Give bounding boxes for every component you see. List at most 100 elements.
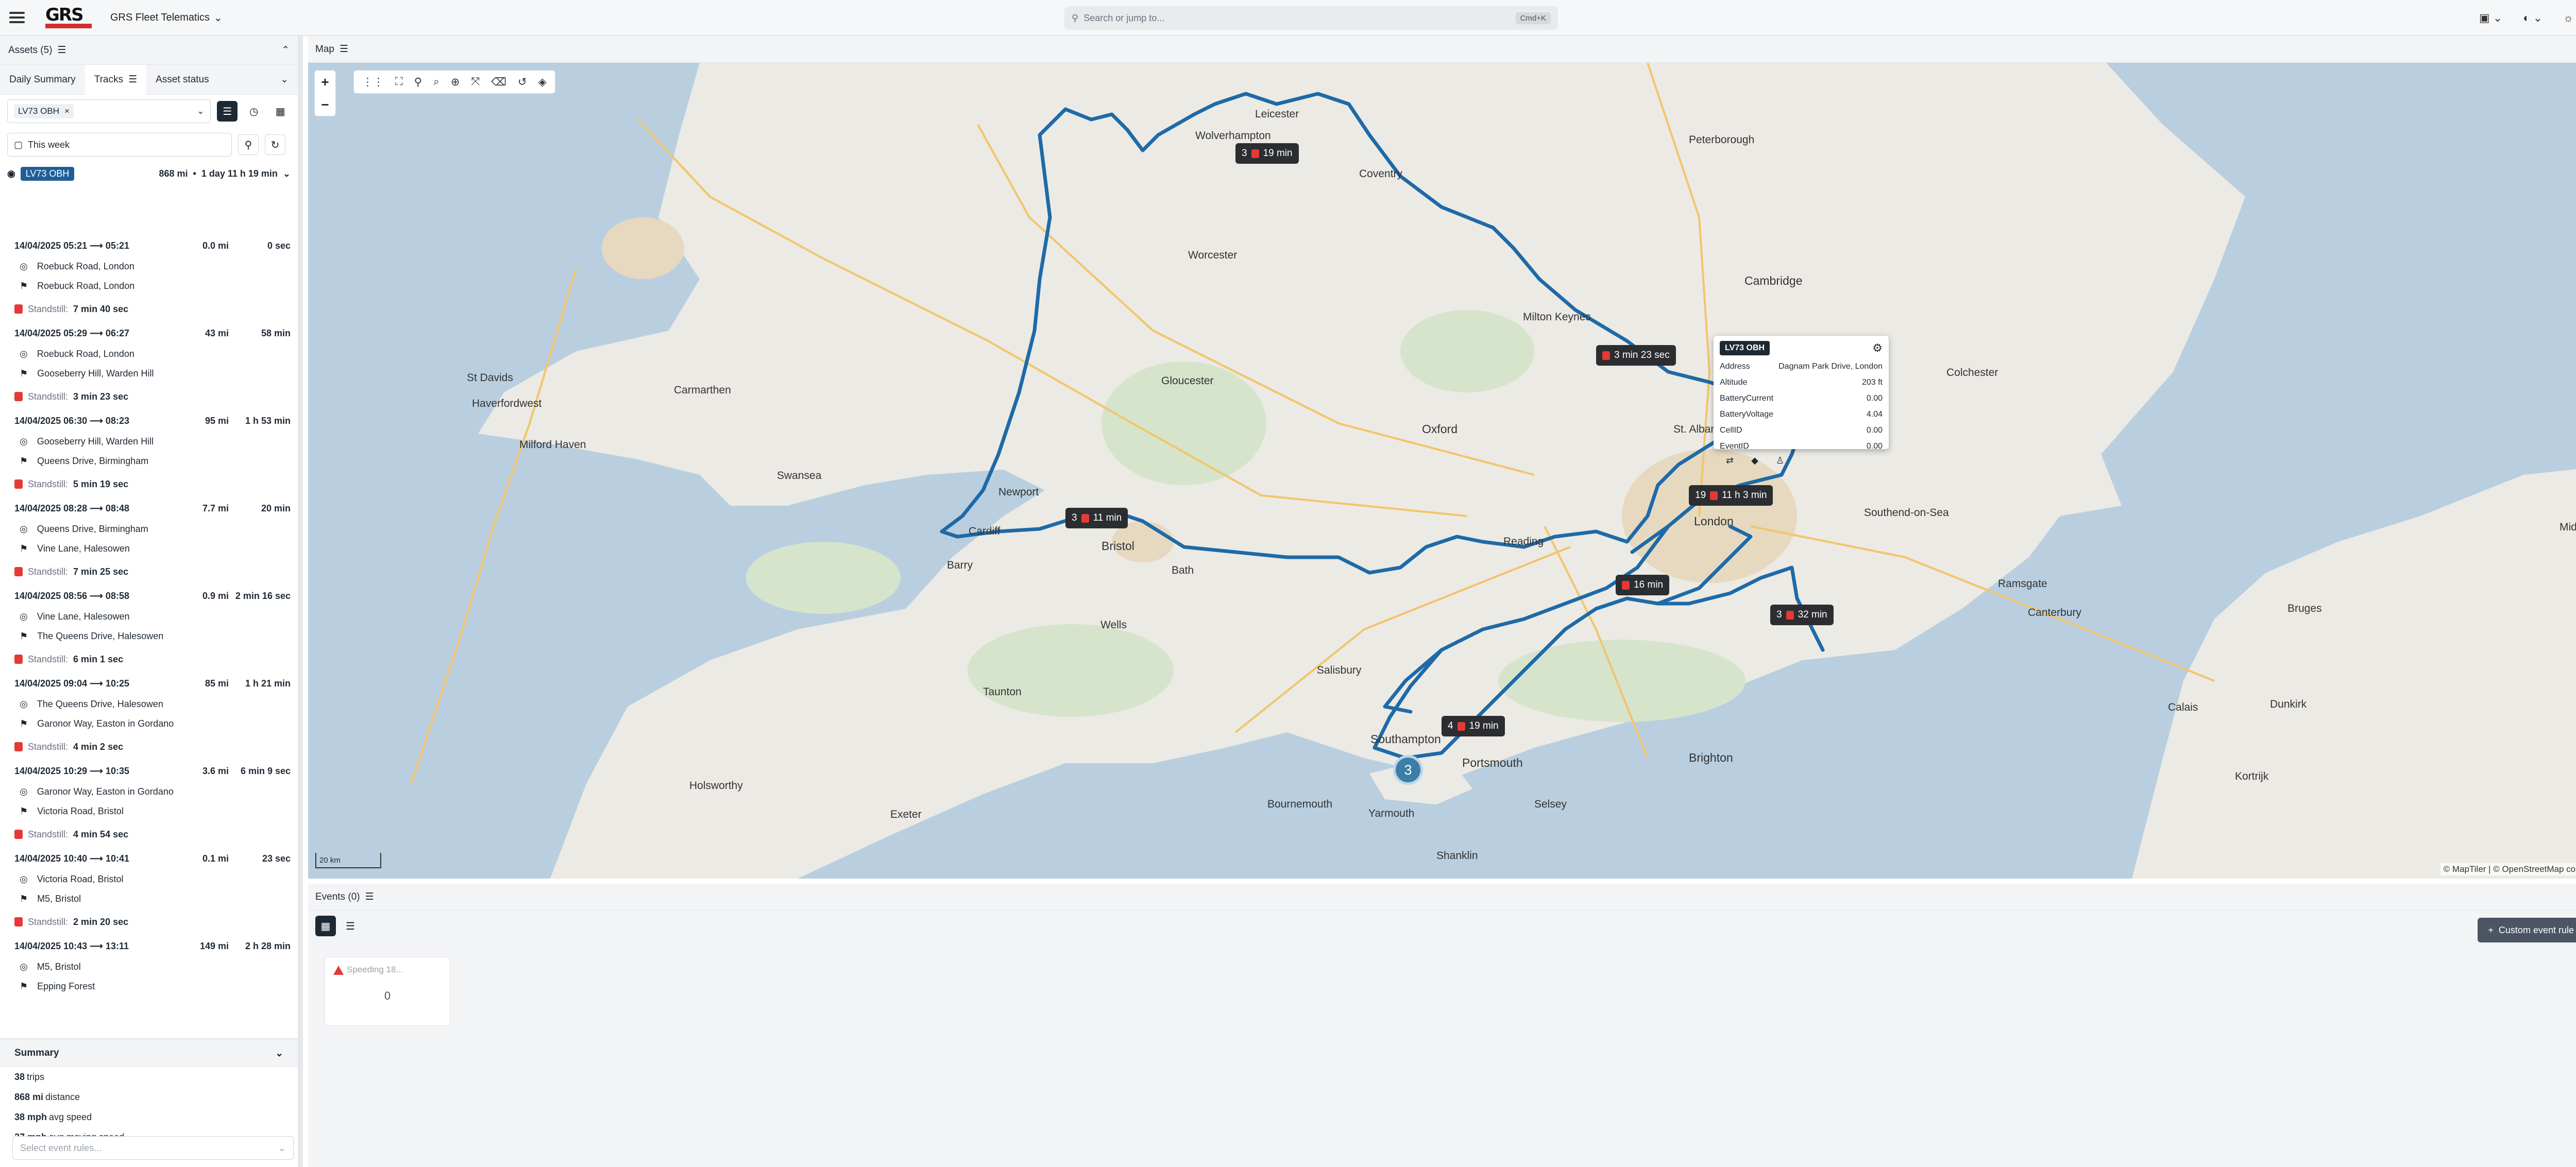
clock-view-button[interactable]: ◷ [244,101,264,122]
trip-item[interactable]: 14/04/2025 09:04 ⟶ 10:25 85 mi 1 h 21 min ◎… [0,673,298,733]
trip-from: Queens Drive, Birmingham [37,523,148,534]
map-canvas[interactable]: Leicester Wolverhampton Peterborough Covent… [308,63,2576,879]
pin-icon[interactable]: ⚲ [414,76,422,89]
menu-icon[interactable] [9,12,25,23]
tab-tracks[interactable]: Tracks ☰ [84,64,147,95]
visibility-icon[interactable]: ◉ [7,168,15,179]
standstill-item[interactable]: Standstill: 7 min 25 sec [0,558,298,585]
event-card[interactable]: Speeding 18... 0 [325,957,450,1026]
list-view-button[interactable]: ☰ [340,916,361,936]
driver-icon[interactable]: ♙ [1776,455,1784,466]
standstill-item[interactable]: Standstill: 7 min 40 sec [0,296,298,322]
collapse-icon[interactable]: ⌃ [281,44,290,56]
summary-rows: 38trips868 midistance38 mphavg speed37 m… [0,1067,298,1147]
gear-icon[interactable]: ⚙ [1872,341,1883,355]
flag-icon: ⚑ [20,455,28,466]
route-icon[interactable]: ⇄ [1726,455,1734,466]
standstill-item[interactable]: Standstill: 6 min 1 sec [0,646,298,673]
list-view-button[interactable]: ☰ [217,101,238,122]
map-tab[interactable]: Map ☰ ⌄ [308,36,2576,63]
stop-duration: 32 min [1798,609,1827,620]
stop-duration: 3 min 23 sec [1614,350,1670,361]
theme-icon[interactable]: ☼ [2563,11,2573,25]
city-label: Ramsgate [1998,578,2047,590]
grid-view-button[interactable]: ▦ [315,916,336,936]
table-view-button[interactable]: ▦ [270,101,291,122]
stop-badge[interactable]: 3 32 min [1770,605,1834,625]
refresh-button[interactable]: ↻ [265,134,285,155]
tab-asset-status[interactable]: Asset status [146,65,218,95]
stop-badge[interactable]: 4 19 min [1442,716,1505,736]
chevron-down-icon: ⌄ [214,12,223,24]
location-icon[interactable]: ◆ [1751,455,1758,466]
layout-icon[interactable]: ▣ ⌄ [2479,11,2502,25]
trip-item[interactable]: 14/04/2025 10:43 ⟶ 13:11 149 mi 2 h 28 min… [0,935,298,996]
standstill-label: Standstill: [28,916,69,927]
trip-item[interactable]: 14/04/2025 05:21 ⟶ 05:21 0.0 mi 0 sec ◎ Roeb… [0,235,298,296]
tab-menu-icon[interactable]: ☰ [128,74,137,85]
tabs-overflow-icon[interactable]: ⌄ [271,65,298,95]
search-icon[interactable]: ⌕ [433,76,439,88]
chevron-down-icon[interactable]: ⌄ [283,168,291,179]
trip-duration: 20 min [261,503,291,513]
drag-handle-icon[interactable]: ⋮⋮ [362,76,384,89]
standstill-item[interactable]: Standstill: 4 min 2 sec [0,733,298,760]
zoom-area-icon[interactable]: ⊕ [451,76,460,89]
stop-badge[interactable]: 3 19 min [1235,143,1299,164]
standstill-item[interactable]: Standstill: 5 min 19 sec [0,471,298,497]
map-toolbar: ⋮⋮ ⛶ ⚲ ⌕ ⊕ ⤧ ⌫ ↺ ◈ [353,70,555,94]
stop-cluster[interactable]: 3 [1393,755,1423,785]
app-switcher[interactable]: GRS Fleet Telematics ⌄ [110,11,223,24]
eraser-icon[interactable]: ⌫ [491,76,506,89]
date-range-picker[interactable]: ▢ This week [7,133,232,157]
standstill-item[interactable]: Standstill: 4 min 54 sec [0,821,298,848]
language-icon[interactable]: ◐ ⌄ [2523,11,2543,25]
trip-item[interactable]: 14/04/2025 08:28 ⟶ 08:48 7.7 mi 20 min ◎ Que… [0,497,298,558]
stop-badge[interactable]: 3 min 23 sec [1596,345,1676,366]
fullscreen-icon[interactable]: ⛶ [395,76,403,88]
global-search[interactable]: ⚲ Search or jump to... Cmd+K [1064,6,1558,30]
standstill-label: Standstill: [28,829,69,839]
filter-button[interactable]: ⚲ [238,134,259,155]
zoom-out-button[interactable]: − [321,97,329,113]
chevron-down-icon[interactable]: ⌄ [275,1048,283,1059]
asset-select[interactable]: LV73 OBH × ⌄ [7,99,211,123]
stop-badge[interactable]: 19 11 h 3 min [1689,485,1773,506]
zoom-in-button[interactable]: + [321,74,329,90]
layers-icon[interactable]: ◈ [538,76,547,89]
stop-icon [1786,610,1794,620]
tab-daily-summary[interactable]: Daily Summary [0,65,85,95]
remove-chip-icon[interactable]: × [64,106,70,116]
events-tab[interactable]: Events (0) ☰ ⌄ [308,884,2576,911]
trip-time: 14/04/2025 10:40 ⟶ 10:41 [14,853,129,864]
custom-event-rule-button[interactable]: +Custom event rule ⌄ [2478,918,2576,942]
panel-menu-icon[interactable]: ☰ [340,43,348,55]
trip-item[interactable]: 14/04/2025 10:40 ⟶ 10:41 0.1 mi 23 sec ◎ Vic… [0,848,298,908]
event-rules-select[interactable]: Select event rules... ⌄ [12,1136,294,1160]
top-bar: GRS GRS Fleet Telematics ⌄ ⚲ Search or j… [0,0,2576,36]
panel-menu-icon[interactable]: ☰ [58,44,66,56]
city-label: Haverfordwest [472,398,542,409]
fit-bounds-icon[interactable]: ⤧ [471,76,480,88]
vehicle-summary-row[interactable]: ◉ LV73 OBH 868 mi • 1 day 11 h 19 min ⌄ [0,162,298,185]
trip-time: 14/04/2025 10:43 ⟶ 13:11 [14,940,129,951]
trip-item[interactable]: 14/04/2025 08:56 ⟶ 08:58 0.9 mi 2 min 16 s… [0,585,298,646]
trip-item[interactable]: 14/04/2025 06:30 ⟶ 08:23 95 mi 1 h 53 min ◎… [0,410,298,471]
stop-icon [1710,491,1718,500]
stop-badge[interactable]: 3 11 min [1065,508,1128,528]
standstill-duration: 5 min 19 sec [73,478,129,489]
popup-row: EventID 0.00 [1720,438,1883,454]
trip-item[interactable]: 14/04/2025 10:29 ⟶ 10:35 3.6 mi 6 min 9 se… [0,760,298,821]
standstill-item[interactable]: Standstill: 2 min 20 sec [0,908,298,935]
flag-icon: ⚑ [20,368,28,379]
start-point-icon: ◎ [20,873,28,884]
stop-badge[interactable]: 16 min [1616,575,1670,595]
trip-item[interactable]: 14/04/2025 05:29 ⟶ 06:27 43 mi 58 min ◎ Roeb… [0,322,298,383]
reset-icon[interactable]: ↺ [518,76,527,89]
search-icon: ⚲ [1072,12,1079,23]
assets-tab[interactable]: Assets (5) ☰ ⌃ [0,36,298,65]
summary-header[interactable]: Summary ⌄ [0,1039,298,1067]
panel-menu-icon[interactable]: ☰ [365,891,374,903]
standstill-item[interactable]: Standstill: 3 min 23 sec [0,383,298,410]
stop-icon [1602,351,1610,360]
